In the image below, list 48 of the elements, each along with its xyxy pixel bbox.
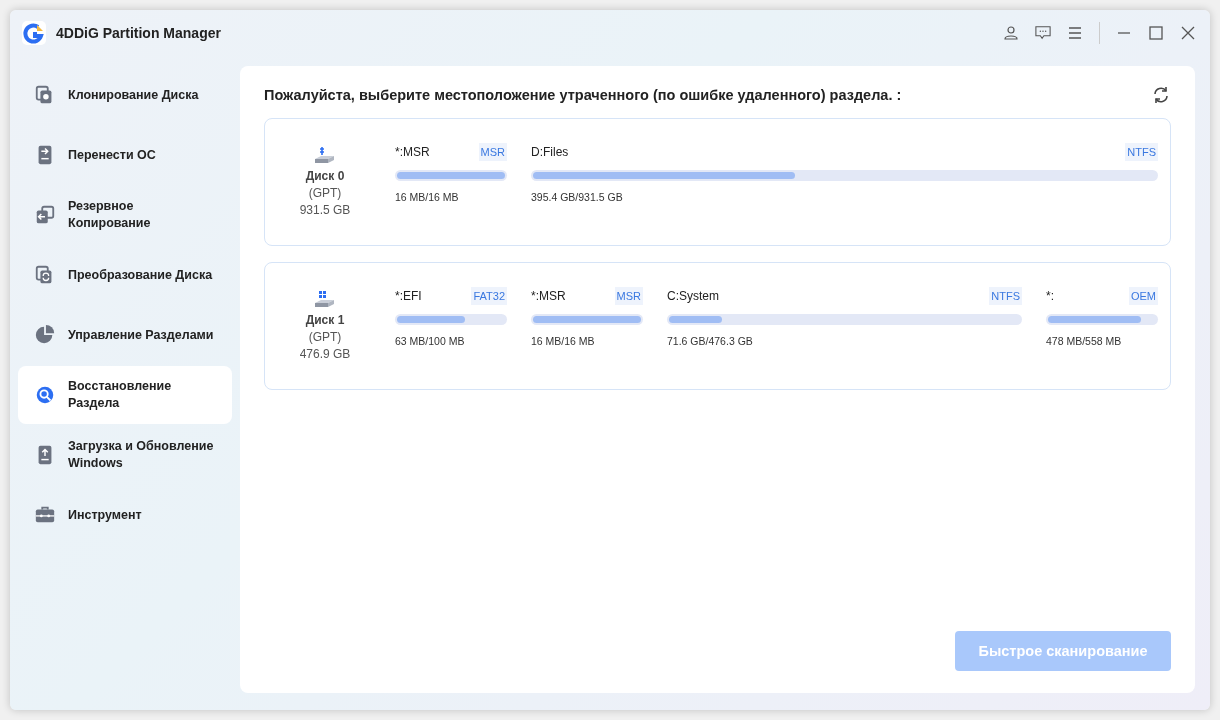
usage-text: 478 MB/558 MB xyxy=(1046,335,1123,347)
sidebar-item[interactable]: Преобразование Диска xyxy=(18,246,232,304)
search-disc-icon xyxy=(34,384,56,406)
filesystem-tag: MSR xyxy=(614,287,643,305)
user-icon[interactable] xyxy=(1003,25,1019,41)
partition-label: *: xyxy=(1046,289,1054,303)
partition-label: *:EFI xyxy=(395,289,422,303)
chat-icon[interactable] xyxy=(1035,25,1051,41)
instruction-heading: Пожалуйста, выберите местоположение утраченного (по ошибке удаленного) раздела. : xyxy=(264,87,902,103)
filesystem-tag: NTFS xyxy=(989,287,1022,305)
pie-chart-icon xyxy=(34,324,56,346)
maximize-icon[interactable] xyxy=(1148,25,1164,41)
window-title: 4DDiG Partition Manager xyxy=(56,25,221,41)
close-icon[interactable] xyxy=(1180,25,1196,41)
usage-text: 395.4 GB/931.5 GB xyxy=(531,191,624,203)
partition-label: C:System xyxy=(667,289,719,303)
app-logo-icon xyxy=(22,21,46,45)
filesystem-tag: MSR xyxy=(478,143,507,161)
refresh-icon[interactable] xyxy=(1151,85,1171,105)
sidebar-item[interactable]: Резервное Копирование xyxy=(18,186,232,244)
sidebar-item[interactable]: Восстановление Раздела xyxy=(18,366,232,424)
menu-icon[interactable] xyxy=(1067,25,1083,41)
partition-label: *:MSR xyxy=(395,145,430,159)
usage-text: 63 MB/100 MB xyxy=(395,335,466,347)
sidebar-item[interactable]: Управление Разделами xyxy=(18,306,232,364)
disk-name: Диск 1 xyxy=(305,311,345,329)
sidebar-item[interactable]: Инструмент xyxy=(18,486,232,544)
disk-size: 476.9 GB xyxy=(299,345,351,363)
disk-size: 931.5 GB xyxy=(299,201,351,219)
filesystem-tag: OEM xyxy=(1128,287,1158,305)
windows-drive-icon xyxy=(313,289,337,308)
sidebar-item[interactable]: Загрузка и Обновление Windows xyxy=(18,426,232,484)
sidebar-item[interactable]: Перенести ОС xyxy=(18,126,232,184)
usage-text: 71.6 GB/476.3 GB xyxy=(667,335,754,347)
usage-text: 16 MB/16 MB xyxy=(531,335,596,347)
sidebar-item[interactable]: Клонирование Диска xyxy=(18,66,232,124)
partition-label: *:MSR xyxy=(531,289,566,303)
partition-scheme: (GPT) xyxy=(308,184,342,202)
copy-arrow-icon xyxy=(34,204,56,226)
disk-card[interactable]: Диск 0 (GPT) 931.5 GB *:MSR MSR 16 MB/16 MB D:Files NTFS 395.4 GB/931.5 GB xyxy=(264,118,1171,246)
partition-scheme: (GPT) xyxy=(308,328,342,346)
usage-text: 16 MB/16 MB xyxy=(395,191,460,203)
disk-name: Диск 0 xyxy=(305,167,345,185)
disk-card[interactable]: Диск 1 (GPT) 476.9 GB *:EFI FAT32 63 MB/100 MB *:MSR MSR 16 MB/16 MB C:System NTFS 71.6 GB/476.3 GB *: OEM 478 MB/558 MB xyxy=(264,262,1171,390)
filesystem-tag: FAT32 xyxy=(471,287,507,305)
partition-label: D:Files xyxy=(531,145,569,159)
filesystem-tag: NTFS xyxy=(1125,143,1158,161)
usb-drive-icon xyxy=(313,145,337,164)
